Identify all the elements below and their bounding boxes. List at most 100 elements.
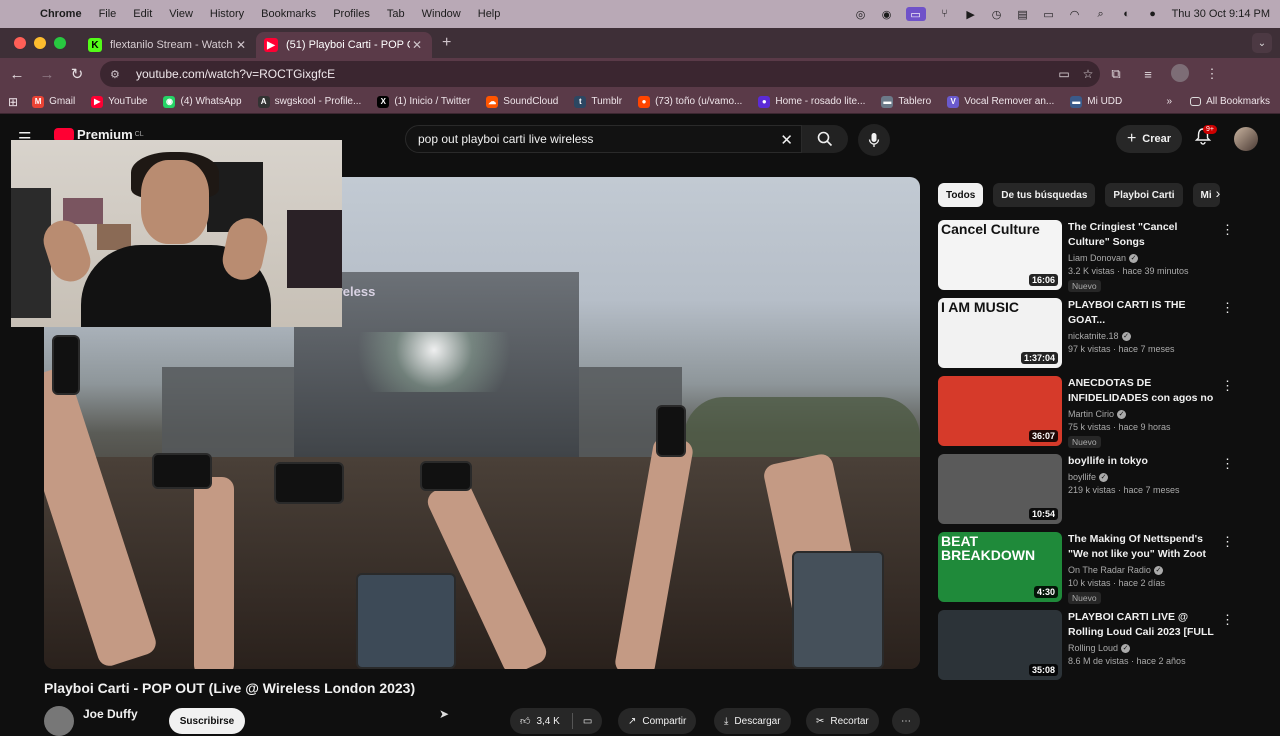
apps-grid-icon[interactable]: ⊞ — [8, 95, 18, 109]
related-video-item[interactable]: 36:07 ANECDOTAS DE INFIDELIDADES con agos… — [938, 376, 1240, 454]
bookmark-item[interactable]: ◉ (4) WhatsApp — [163, 95, 242, 108]
voice-search-button[interactable] — [858, 124, 890, 156]
profile-avatar-button[interactable] — [1164, 63, 1196, 85]
tab-kick-stream[interactable]: K flextanilo Stream - Watch Live ✕ — [80, 32, 256, 58]
menu-window[interactable]: Window — [422, 8, 461, 20]
bookmark-item[interactable]: t Tumblr — [574, 95, 622, 108]
minimize-window-button[interactable] — [34, 37, 46, 49]
reload-icon[interactable]: ↻ — [64, 65, 90, 83]
menu-help[interactable]: Help — [478, 8, 501, 20]
close-window-button[interactable] — [14, 37, 26, 49]
menu-app-chrome[interactable]: Chrome — [40, 8, 82, 20]
more-vert-icon[interactable]: ⋮ — [1221, 456, 1234, 472]
all-bookmarks-button[interactable]: All Bookmarks — [1190, 96, 1270, 107]
control-center-icon[interactable]: ◐ — [1120, 7, 1134, 21]
chevron-right-icon[interactable]: › — [1208, 185, 1228, 205]
related-title[interactable]: The Making Of Nettspend's "We not like y… — [1068, 532, 1218, 562]
menu-edit[interactable]: Edit — [133, 8, 152, 20]
more-vert-icon[interactable]: ⋮ — [1221, 378, 1234, 394]
related-video-item[interactable]: 10:54 boyllife in tokyo boyllife ✓ 219 k vis… — [938, 454, 1240, 532]
related-title[interactable]: The Cringiest "Cancel Culture" Songs — [1068, 220, 1218, 250]
clock-icon[interactable]: ◷ — [990, 7, 1004, 21]
clear-search-icon[interactable]: ✕ — [780, 131, 793, 149]
related-title[interactable]: PLAYBOI CARTI IS THE GOAT... — [1068, 298, 1218, 328]
related-channel[interactable]: On The Radar Radio — [1068, 565, 1151, 575]
search-query[interactable]: pop out playboi carti live wireless — [418, 132, 593, 146]
forward-icon[interactable]: → — [34, 66, 60, 83]
menu-bookmarks[interactable]: Bookmarks — [261, 8, 316, 20]
bookmark-star-icon[interactable]: ☆ — [1076, 67, 1100, 81]
bookmarks-overflow-icon[interactable]: » — [1167, 96, 1173, 107]
video-thumbnail[interactable]: 10:54 — [938, 454, 1062, 524]
spotlight-search-icon[interactable]: ⌕ — [1094, 7, 1108, 21]
channel-name[interactable]: Joe Duffy — [83, 707, 138, 721]
menu-file[interactable]: File — [99, 8, 117, 20]
video-thumbnail[interactable]: 35:08 — [938, 610, 1062, 680]
url-text[interactable]: youtube.com/watch?v=ROCTGixgfcE — [136, 67, 1052, 81]
wifi-icon[interactable]: ◠ — [1068, 7, 1082, 21]
more-vert-icon[interactable]: ⋮ — [1221, 534, 1234, 550]
site-info-icon[interactable]: ⚙ — [110, 68, 126, 81]
fork-icon[interactable]: ⑂ — [938, 7, 952, 21]
creative-cloud-icon[interactable]: ◎ — [854, 7, 868, 21]
related-video-item[interactable]: I AM MUSIC 1:37:04 PLAYBOI CARTI IS THE GO… — [938, 298, 1240, 376]
related-channel[interactable]: nickatnite.18 — [1068, 331, 1119, 341]
bookmark-item[interactable]: Aswgskool - Profile... — [257, 95, 361, 108]
play-circle-icon[interactable]: ▶ — [964, 7, 978, 21]
bookmark-item[interactable]: X (1) Inicio / Twitter — [377, 95, 470, 108]
tab-close-icon[interactable]: ✕ — [234, 38, 248, 52]
cast-icon[interactable]: ▭ — [1052, 67, 1076, 81]
notifications-button[interactable]: 9+ — [1194, 125, 1217, 149]
channel-avatar[interactable] — [44, 706, 74, 736]
tab-youtube-video[interactable]: ▶ (51) Playboi Carti - POP OUT ✕ — [256, 32, 432, 58]
screen-record-icon[interactable]: ◉ — [880, 7, 894, 21]
more-vert-icon[interactable]: ⋮ — [1221, 222, 1234, 238]
menu-view[interactable]: View — [169, 8, 193, 20]
battery-icon[interactable]: ▭ — [1042, 7, 1056, 21]
chip-2[interactable]: Playboi Carti — [1105, 183, 1183, 207]
extensions-icon[interactable]: ⧉ — [1100, 66, 1132, 82]
related-video-item[interactable]: 35:08 PLAYBOI CARTI LIVE @ Rolling Loud C… — [938, 610, 1240, 688]
search-input[interactable]: pop out playboi carti live wireless ✕ — [405, 125, 802, 153]
more-actions-button[interactable]: ⋯ — [892, 708, 920, 734]
siri-icon[interactable]: ● — [1146, 7, 1160, 21]
related-channel[interactable]: Martin Cirio — [1068, 409, 1114, 419]
subscribe-button[interactable]: Suscribirse — [169, 708, 245, 734]
datetime[interactable]: Thu 30 Oct 9:14 PM — [1172, 8, 1270, 20]
clip-button[interactable]: ✂ Recortar — [806, 708, 879, 734]
bookmark-item[interactable]: ☁ SoundCloud — [486, 95, 558, 108]
keyboard-icon[interactable]: ▤ — [1016, 7, 1030, 21]
media-controls-icon[interactable]: ≡ — [1132, 67, 1164, 82]
menu-tab[interactable]: Tab — [387, 8, 405, 20]
chrome-menu-icon[interactable]: ⋮ — [1196, 66, 1228, 82]
bookmark-item[interactable]: M Gmail — [32, 95, 75, 108]
tab-close-icon[interactable]: ✕ — [410, 38, 424, 52]
address-bar[interactable]: ⚙ youtube.com/watch?v=ROCTGixgfcE ▭ ☆ — [100, 61, 1100, 87]
zoom-window-button[interactable] — [54, 37, 66, 49]
related-title[interactable]: ANECDOTAS DE INFIDELIDADES con agos no l… — [1068, 376, 1218, 406]
share-button[interactable]: ↗ Compartir — [618, 708, 697, 734]
bookmark-item[interactable]: ▬ Mi UDD — [1070, 95, 1122, 108]
tab-search-icon[interactable]: ⌄ — [1252, 33, 1272, 53]
display-icon[interactable]: ▭ — [905, 7, 926, 21]
related-video-item[interactable]: BEAT BREAKDOWN 4:30 The Making Of Nettspen… — [938, 532, 1240, 610]
bookmark-item[interactable]: ▬ Tablero — [881, 95, 931, 108]
video-thumbnail[interactable]: Cancel Culture 16:06 — [938, 220, 1062, 290]
video-thumbnail[interactable]: I AM MUSIC 1:37:04 — [938, 298, 1062, 368]
more-vert-icon[interactable]: ⋮ — [1221, 300, 1234, 316]
related-video-item[interactable]: Cancel Culture 16:06 The Cringiest "Cancel… — [938, 220, 1240, 298]
video-thumbnail[interactable]: 36:07 — [938, 376, 1062, 446]
related-channel[interactable]: Rolling Loud — [1068, 643, 1118, 653]
video-thumbnail[interactable]: BEAT BREAKDOWN 4:30 — [938, 532, 1062, 602]
more-vert-icon[interactable]: ⋮ — [1221, 612, 1234, 628]
chip-1[interactable]: De tus búsquedas — [993, 183, 1096, 207]
related-title[interactable]: boyllife in tokyo — [1068, 454, 1218, 469]
bookmark-item[interactable]: ● Home - rosado lite... — [758, 95, 865, 108]
download-button[interactable]: ⤓ Descargar — [714, 708, 791, 734]
menu-history[interactable]: History — [210, 8, 244, 20]
bookmark-item[interactable]: ● (73) toño (u/vamo... — [638, 95, 742, 108]
back-icon[interactable]: ← — [4, 66, 30, 83]
menu-profiles[interactable]: Profiles — [333, 8, 370, 20]
new-tab-icon[interactable]: + — [442, 34, 451, 52]
related-title[interactable]: PLAYBOI CARTI LIVE @ Rolling Loud Cali 2… — [1068, 610, 1218, 640]
